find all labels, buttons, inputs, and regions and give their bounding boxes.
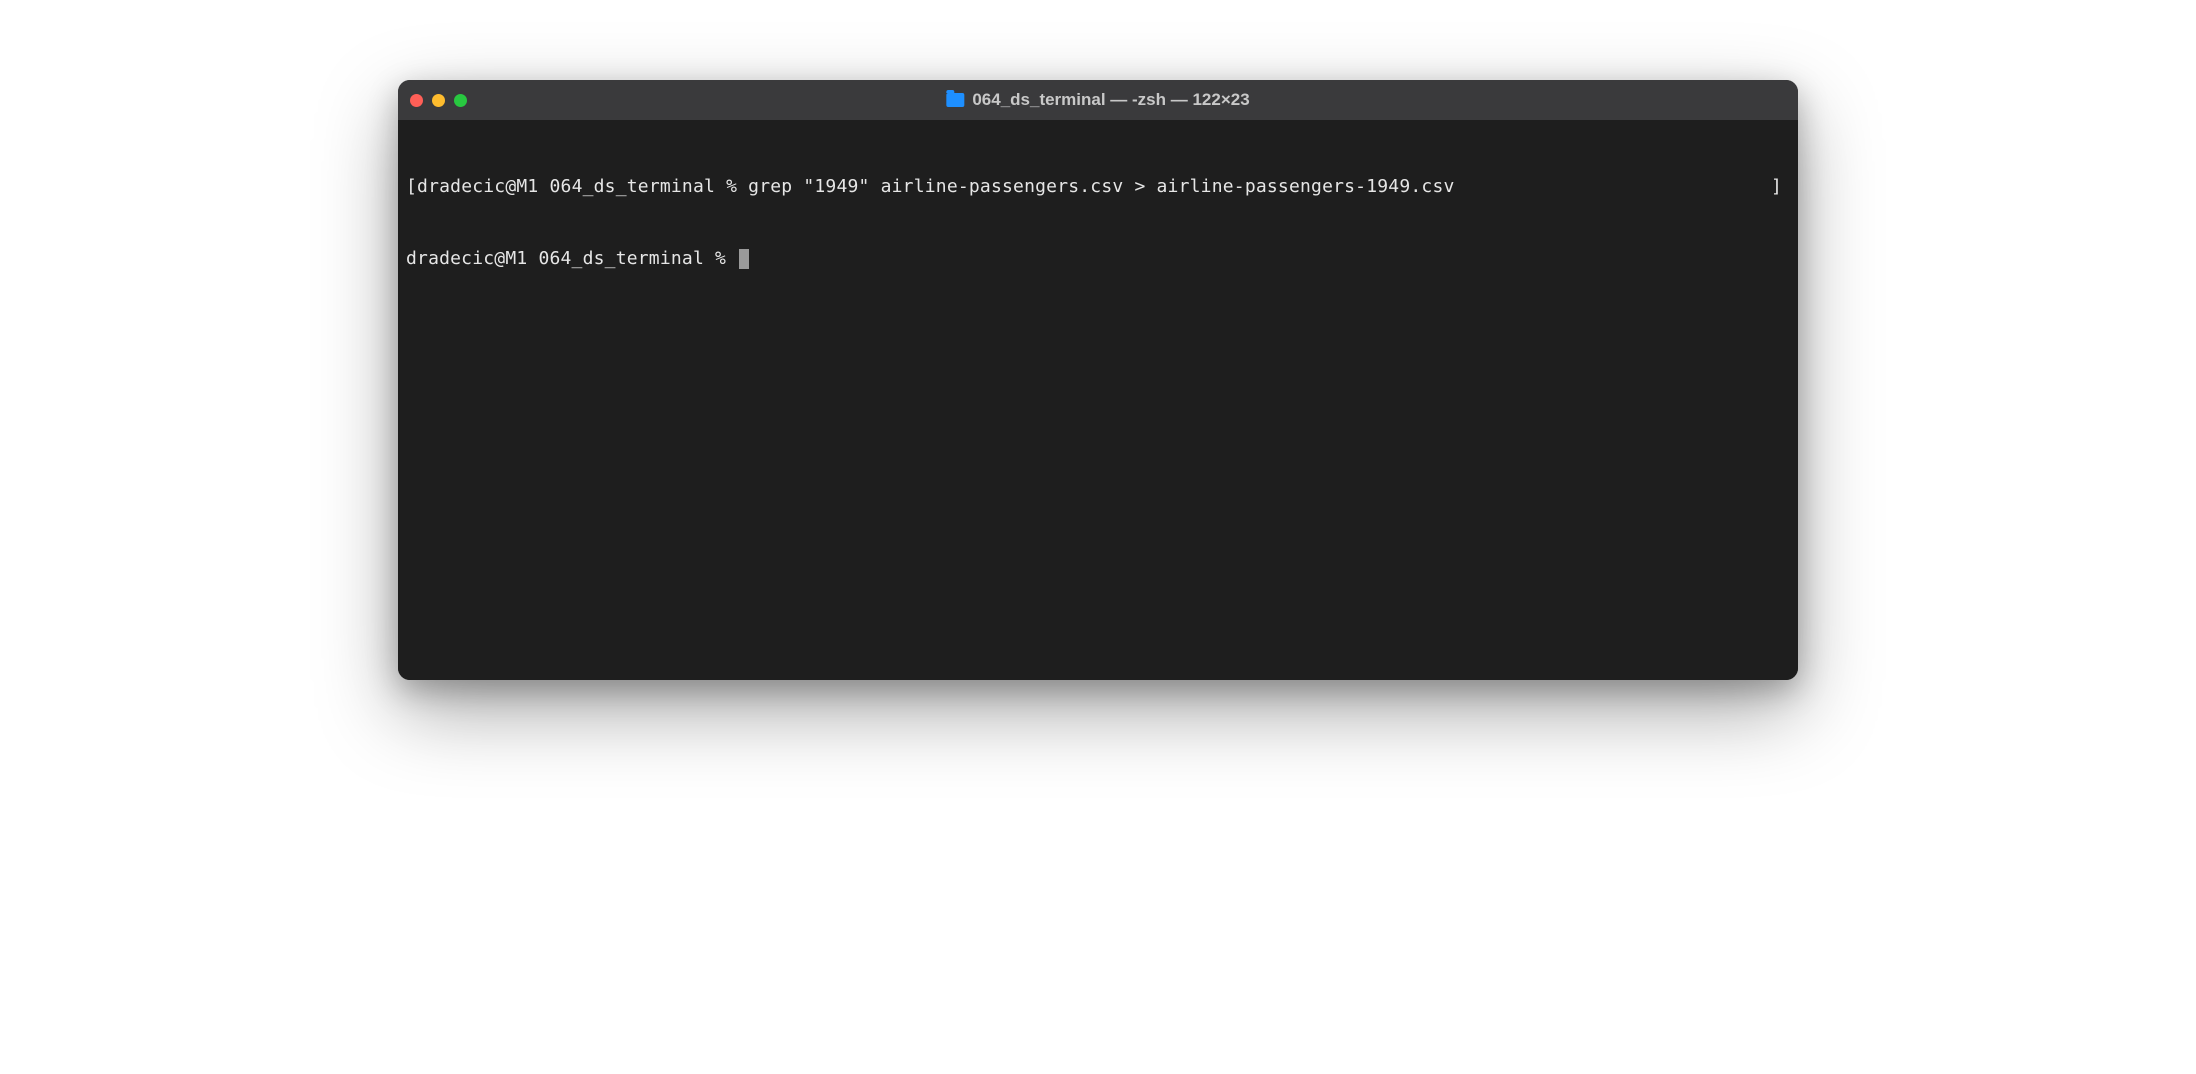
terminal-body[interactable]: [dradecic@M1 064_ds_terminal % grep "194… — [398, 120, 1798, 680]
terminal-line-2: dradecic@M1 064_ds_terminal % — [406, 247, 1790, 271]
cursor — [739, 249, 749, 269]
right-bracket: ] — [1771, 175, 1782, 199]
command-text: grep "1949" airline-passengers.csv > air… — [748, 176, 1454, 197]
left-bracket: [ — [406, 176, 417, 197]
folder-icon — [946, 93, 964, 107]
zoom-button[interactable] — [454, 94, 467, 107]
traffic-lights — [410, 94, 467, 107]
terminal-window: 064_ds_terminal — -zsh — 122×23 [dradeci… — [398, 80, 1798, 680]
prompt: dradecic@M1 064_ds_terminal % — [417, 176, 748, 197]
titlebar[interactable]: 064_ds_terminal — -zsh — 122×23 — [398, 80, 1798, 120]
terminal-line-1: [dradecic@M1 064_ds_terminal % grep "194… — [406, 175, 1790, 199]
close-button[interactable] — [410, 94, 423, 107]
prompt: dradecic@M1 064_ds_terminal % — [406, 248, 737, 269]
window-title-text: 064_ds_terminal — -zsh — 122×23 — [972, 90, 1249, 110]
minimize-button[interactable] — [432, 94, 445, 107]
window-title: 064_ds_terminal — -zsh — 122×23 — [946, 90, 1249, 110]
